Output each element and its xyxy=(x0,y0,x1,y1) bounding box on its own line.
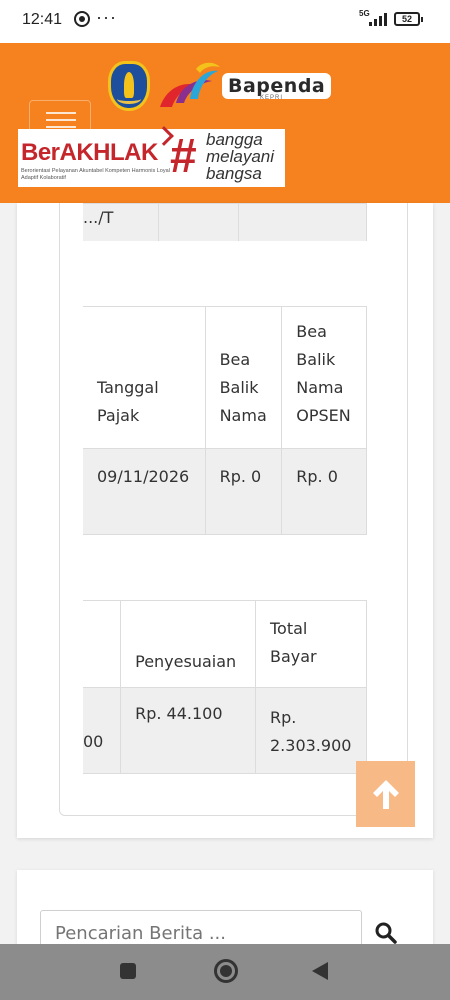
cell-bea-balik-nama-opsen: Rp. 0 xyxy=(281,448,367,535)
header-total-bayar: Total Bayar xyxy=(255,600,367,688)
header-tanggal-pajak: Tanggal Pajak xyxy=(83,306,206,449)
more-notifications-icon: ··· xyxy=(96,7,117,27)
header-previous-column xyxy=(83,600,122,688)
slogan-text: bangga melayani bangsa xyxy=(206,130,275,183)
table-cell xyxy=(158,203,240,241)
home-icon[interactable] xyxy=(214,959,238,983)
table-cell: .../T xyxy=(83,203,160,241)
site-header: Bapenda KEPRI BerAKHLAK Berorientasi Pel… xyxy=(0,43,450,203)
berakhlak-subtitle: Berorientasi Pelayanan Akuntabel Kompete… xyxy=(21,168,170,181)
header-bea-balik-nama: Bea Balik Nama xyxy=(204,306,283,449)
table-row: 00 Rp. 44.100 Rp. 2.303.900 xyxy=(83,687,367,774)
cell-penyesuaian: Rp. 44.100 xyxy=(120,687,256,774)
province-seal-logo xyxy=(108,61,150,111)
table-header-row: Tanggal Pajak Bea Balik Nama Bea Balik N… xyxy=(83,306,367,449)
header-penyesuaian: Penyesuaian xyxy=(120,600,256,688)
table-row: .../T xyxy=(83,203,367,241)
payment-table-scroll[interactable]: Penyesuaian Total Bayar 00 Rp. 44.100 Rp… xyxy=(83,600,367,774)
bapenda-logo-mark xyxy=(160,62,220,107)
status-time: 12:41 xyxy=(22,11,63,28)
table-header-row: Penyesuaian Total Bayar xyxy=(83,600,367,688)
berakhlak-banner: BerAKHLAK Berorientasi Pelayanan Akuntab… xyxy=(18,126,285,187)
bapenda-logo-subtext: KEPRI xyxy=(260,95,284,101)
cell-tanggal-pajak: 09/11/2026 xyxy=(83,448,206,535)
search-icon[interactable] xyxy=(374,921,398,945)
back-icon[interactable] xyxy=(312,962,328,980)
system-navigation-bar xyxy=(0,944,450,1000)
header-bea-balik-nama-opsen: Bea Balik Nama OPSEN xyxy=(281,306,367,449)
cell-previous-value: 00 xyxy=(83,687,122,774)
scroll-top-button[interactable] xyxy=(356,761,415,827)
whatsapp-icon xyxy=(74,11,90,27)
cell-total-bayar: Rp. 2.303.900 xyxy=(255,687,367,774)
battery-indicator: 52 xyxy=(394,12,423,26)
table-fragment-scroll[interactable]: .../T xyxy=(83,203,367,241)
hashtag-mark: # xyxy=(170,130,197,183)
signal-icon xyxy=(369,12,389,26)
recent-apps-icon[interactable] xyxy=(120,963,136,979)
table-row: 09/11/2026 Rp. 0 Rp. 0 xyxy=(83,448,367,535)
berakhlak-title: BerAKHLAK xyxy=(21,139,158,166)
arrow-up-icon xyxy=(373,780,399,809)
table-cell xyxy=(238,203,367,241)
tax-date-table: Tanggal Pajak Bea Balik Nama Bea Balik N… xyxy=(83,306,367,535)
info-table-fragment: .../T xyxy=(83,203,367,241)
tax-table-scroll[interactable]: Tanggal Pajak Bea Balik Nama Bea Balik N… xyxy=(83,306,367,535)
payment-table: Penyesuaian Total Bayar 00 Rp. 44.100 Rp… xyxy=(83,600,367,774)
status-bar: 12:41 ··· 5G 52 xyxy=(0,0,450,43)
cell-bea-balik-nama: Rp. 0 xyxy=(204,448,283,535)
